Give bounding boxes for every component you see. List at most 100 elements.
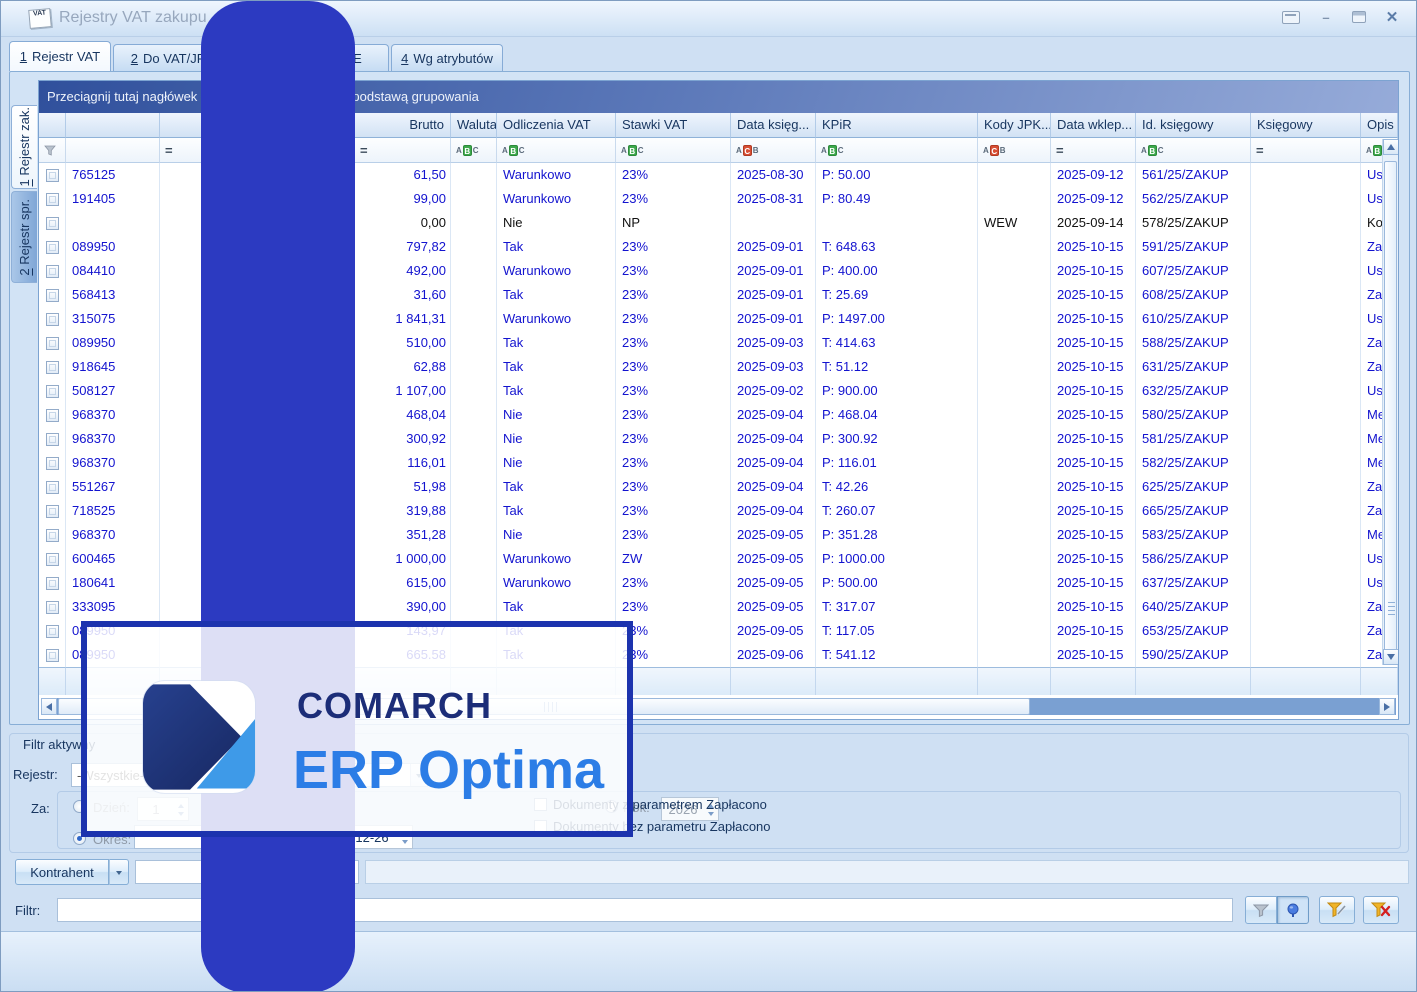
row-checkbox[interactable] — [46, 193, 59, 206]
cell-sel[interactable] — [39, 643, 66, 667]
column-header-kpir[interactable]: KPiR — [816, 113, 978, 138]
filter-cell-stawka[interactable]: ABC — [616, 138, 731, 163]
row-checkbox[interactable] — [46, 241, 59, 254]
cell-sel[interactable] — [39, 523, 66, 547]
filter-cell-odliczenia[interactable]: ABC — [497, 138, 616, 163]
cell-sel[interactable] — [39, 283, 66, 307]
row-checkbox[interactable] — [46, 505, 59, 518]
column-header-opis[interactable]: Opis — [1361, 113, 1398, 138]
row-checkbox[interactable] — [46, 553, 59, 566]
filter-clear-button[interactable] — [1363, 896, 1399, 924]
cell-sel[interactable] — [39, 355, 66, 379]
cell-brutto: 319,88 — [355, 499, 451, 523]
cell-brutto: 1 841,31 — [355, 307, 451, 331]
column-header-data_ksieg[interactable]: Data księg... — [731, 113, 816, 138]
row-checkbox[interactable] — [46, 529, 59, 542]
column-header-ksiegowy[interactable]: Księgowy — [1251, 113, 1361, 138]
filter-cell-kody_jpk[interactable]: ACB — [978, 138, 1051, 163]
column-header-brutto[interactable]: Brutto — [355, 113, 451, 138]
cell-sel[interactable] — [39, 547, 66, 571]
row-checkbox[interactable] — [46, 577, 59, 590]
row-checkbox[interactable] — [46, 649, 59, 662]
row-checkbox[interactable] — [46, 289, 59, 302]
row-checkbox[interactable] — [46, 481, 59, 494]
column-header-sel[interactable] — [39, 113, 66, 138]
row-checkbox[interactable] — [46, 169, 59, 182]
row-checkbox[interactable] — [46, 361, 59, 374]
scroll-left-button[interactable] — [41, 698, 57, 715]
kontrahent-button[interactable]: Kontrahent — [15, 859, 109, 885]
side-tab-rejestr-zakupu[interactable]: 1 Rejestr zak. — [11, 105, 37, 189]
column-header-data_wklep[interactable]: Data wklep... — [1051, 113, 1136, 138]
row-checkbox[interactable] — [46, 385, 59, 398]
cell-sel[interactable] — [39, 619, 66, 643]
cell-waluta — [451, 595, 497, 619]
footer-cell-sel — [39, 667, 66, 695]
cell-kody_jpk — [978, 523, 1051, 547]
cell-data_ksieg: 2025-08-30 — [731, 163, 816, 187]
column-header-id_ksiegowy[interactable]: Id. księgowy — [1136, 113, 1251, 138]
cell-sel[interactable] — [39, 187, 66, 211]
cell-odliczenia: Warunkowo — [497, 571, 616, 595]
kontrahent-dropdown-button[interactable] — [109, 859, 129, 885]
scroll-up-button[interactable] — [1383, 139, 1399, 155]
filter-cell-id_ksiegowy[interactable]: ABC — [1136, 138, 1251, 163]
cell-id_ksiegowy: 625/25/ZAKUP — [1136, 475, 1251, 499]
cell-sel[interactable] — [39, 451, 66, 475]
row-checkbox[interactable] — [46, 457, 59, 470]
filter-cell-waluta[interactable]: ABC — [451, 138, 497, 163]
funnel-icon — [1253, 904, 1269, 917]
column-header-stawka[interactable]: Stawki VAT — [616, 113, 731, 138]
filter-cell-data_ksieg[interactable]: ACB — [731, 138, 816, 163]
filter-cell-ksiegowy[interactable]: = — [1251, 138, 1361, 163]
cell-sel[interactable] — [39, 595, 66, 619]
tab-rejestr-vat[interactable]: 1Rejestr VAT — [9, 41, 111, 71]
scroll-right-button[interactable] — [1379, 698, 1395, 715]
column-header-nip[interactable] — [66, 113, 160, 138]
cell-sel[interactable] — [39, 379, 66, 403]
filter-cell-kpir[interactable]: ABC — [816, 138, 978, 163]
row-checkbox[interactable] — [46, 265, 59, 278]
column-header-kody_jpk[interactable]: Kody JPK... — [978, 113, 1051, 138]
cell-sel[interactable] — [39, 499, 66, 523]
maximize-button[interactable] — [1352, 11, 1366, 23]
cell-sel[interactable] — [39, 211, 66, 235]
cell-sel[interactable] — [39, 163, 66, 187]
row-checkbox[interactable] — [46, 217, 59, 230]
cell-odliczenia: Nie — [497, 523, 616, 547]
filter-edit-button[interactable] — [1319, 896, 1355, 924]
row-checkbox[interactable] — [46, 625, 59, 638]
filter-pin-button[interactable] — [1277, 896, 1309, 924]
column-header-waluta[interactable]: Waluta — [451, 113, 497, 138]
close-button[interactable]: ✕ — [1382, 9, 1402, 25]
row-checkbox[interactable] — [46, 601, 59, 614]
row-checkbox[interactable] — [46, 337, 59, 350]
row-checkbox[interactable] — [46, 433, 59, 446]
row-checkbox[interactable] — [46, 409, 59, 422]
column-header-odliczenia[interactable]: Odliczenia VAT — [497, 113, 616, 138]
cell-sel[interactable] — [39, 403, 66, 427]
row-checkbox[interactable] — [46, 313, 59, 326]
cell-kpir: T: 414.63 — [816, 331, 978, 355]
cell-sel[interactable] — [39, 475, 66, 499]
cell-sel[interactable] — [39, 259, 66, 283]
cell-waluta — [451, 163, 497, 187]
filter-cell-brutto[interactable]: = — [355, 138, 451, 163]
side-tab-rejestr-sprzedazy[interactable]: 2 Rejestr spr. — [11, 191, 37, 283]
cell-sel[interactable] — [39, 571, 66, 595]
filter-cell-nip[interactable] — [66, 138, 160, 163]
filter-cell-sel[interactable] — [39, 138, 66, 163]
filter-cell-data_wklep[interactable]: = — [1051, 138, 1136, 163]
cell-sel[interactable] — [39, 307, 66, 331]
filter-apply-button[interactable] — [1245, 896, 1277, 924]
scroll-down-button[interactable] — [1383, 649, 1399, 665]
minimize-button[interactable]: – — [1316, 9, 1336, 25]
cell-waluta — [451, 499, 497, 523]
vertical-scrollbar[interactable] — [1382, 139, 1398, 665]
tab-wg-atrybutow[interactable]: 4Wg atrybutów — [391, 44, 503, 71]
vertical-scrollbar-thumb[interactable] — [1384, 161, 1397, 651]
cell-sel[interactable] — [39, 235, 66, 259]
cell-sel[interactable] — [39, 427, 66, 451]
cell-sel[interactable] — [39, 331, 66, 355]
detach-window-icon[interactable] — [1282, 11, 1300, 24]
